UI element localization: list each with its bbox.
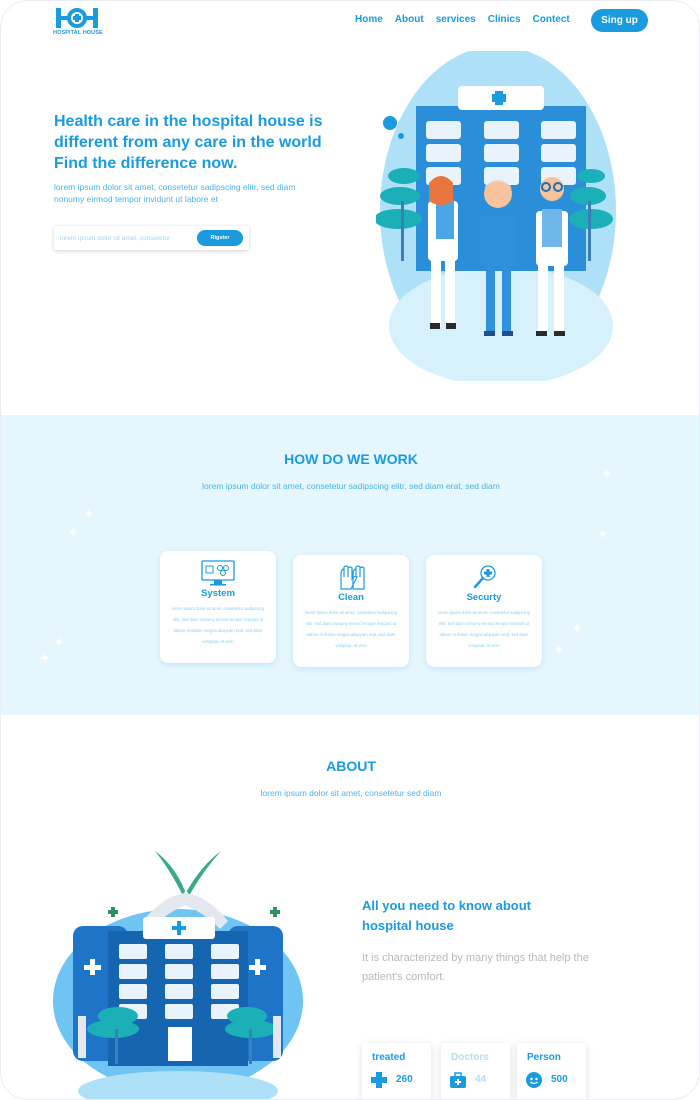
about-heading: All you need to know about hospital hous… xyxy=(362,898,531,933)
sparkle-icon: ✦ xyxy=(553,642,565,658)
nav-clinics[interactable]: Clinics xyxy=(488,14,521,25)
hero-title: Health care in the hospital house is dif… xyxy=(54,113,323,172)
gloves-icon xyxy=(340,565,365,590)
card-security[interactable]: Securty lorem ipsum dolor sit amet, cons… xyxy=(426,555,542,667)
nav-services[interactable]: services xyxy=(436,14,476,25)
stat-treated: treated 260 xyxy=(362,1043,431,1099)
stat-label: Person xyxy=(527,1052,561,1063)
about-text: It is characterized by many things that … xyxy=(362,952,589,983)
card-system[interactable]: System lorem ipsum dolor sit amet, conse… xyxy=(160,551,276,663)
how-subtitle: lorem ipsum dolor sit amet, consetetur s… xyxy=(202,481,500,491)
stat-value: 260 xyxy=(396,1074,413,1085)
register-form: Rigster xyxy=(54,226,249,250)
hero-doctors-illustration xyxy=(376,51,616,381)
hero-subtitle: lorem ipsum dolor sit amet, consetetur s… xyxy=(54,182,296,204)
how-we-work-section: ✦ ✦ ✦ ✦ ✦ ✦ ✦ ✦ HOW DO WE WORK lorem ips… xyxy=(1,415,699,715)
card-title: Securty xyxy=(466,592,502,603)
register-input[interactable] xyxy=(60,230,190,246)
logo[interactable]: HOSPITAL HOUSE xyxy=(53,7,103,41)
nav-contact[interactable]: Contect xyxy=(533,14,570,25)
stat-person: Person 500 xyxy=(517,1043,586,1099)
main-menu: Home About services Clinics Contect xyxy=(355,14,582,25)
medical-cross-icon xyxy=(371,1072,387,1088)
signup-button[interactable]: Sing up xyxy=(591,9,648,32)
card-text: lorem ipsum dolor sit amet, consetetur s… xyxy=(438,610,530,648)
about-subtitle: lorem ipsum dolor sit amet, consetetur s… xyxy=(260,788,442,798)
nav-about[interactable]: About xyxy=(395,14,424,25)
sparkle-icon: ✦ xyxy=(597,526,609,542)
card-text: lorem ipsum dolor sit amet, consetetur s… xyxy=(305,610,397,648)
page: HOSPITAL HOUSE Home About services Clini… xyxy=(0,0,700,1100)
logo-text: HOSPITAL HOUSE xyxy=(53,30,103,36)
stat-value: 500 xyxy=(551,1074,568,1085)
hospital-building-illustration xyxy=(53,851,303,1099)
about-title: ABOUT xyxy=(326,758,376,774)
first-aid-kit-icon xyxy=(450,1072,466,1088)
stat-label: treated xyxy=(372,1052,406,1063)
header: HOSPITAL HOUSE Home About services Clini… xyxy=(1,1,699,41)
card-clean[interactable]: Clean lorem ipsum dolor sit amet, conset… xyxy=(293,555,409,667)
sparkle-icon: ✦ xyxy=(39,650,51,666)
sparkle-icon: ✦ xyxy=(601,466,613,482)
monitor-icon xyxy=(201,560,235,586)
stat-label: Doctors xyxy=(451,1052,489,1063)
nav-home[interactable]: Home xyxy=(355,14,383,25)
card-title: Clean xyxy=(338,592,364,603)
stat-value: 44 xyxy=(475,1074,487,1085)
how-title: HOW DO WE WORK xyxy=(284,451,418,467)
sparkle-icon: ✦ xyxy=(67,524,79,540)
hospital-house-logo-icon xyxy=(53,7,101,29)
register-button[interactable]: Rigster xyxy=(197,230,243,246)
sparkle-icon: ✦ xyxy=(571,620,583,636)
sparkle-icon: ✦ xyxy=(83,506,95,522)
sparkle-icon: ✦ xyxy=(53,634,65,650)
person-face-icon xyxy=(526,1072,542,1088)
card-title: System xyxy=(201,588,235,599)
stat-doctors: Doctors 44 xyxy=(441,1043,510,1099)
magnifier-icon xyxy=(473,565,496,589)
card-text: lorem ipsum dolor sit amet, consetetur s… xyxy=(172,606,264,644)
